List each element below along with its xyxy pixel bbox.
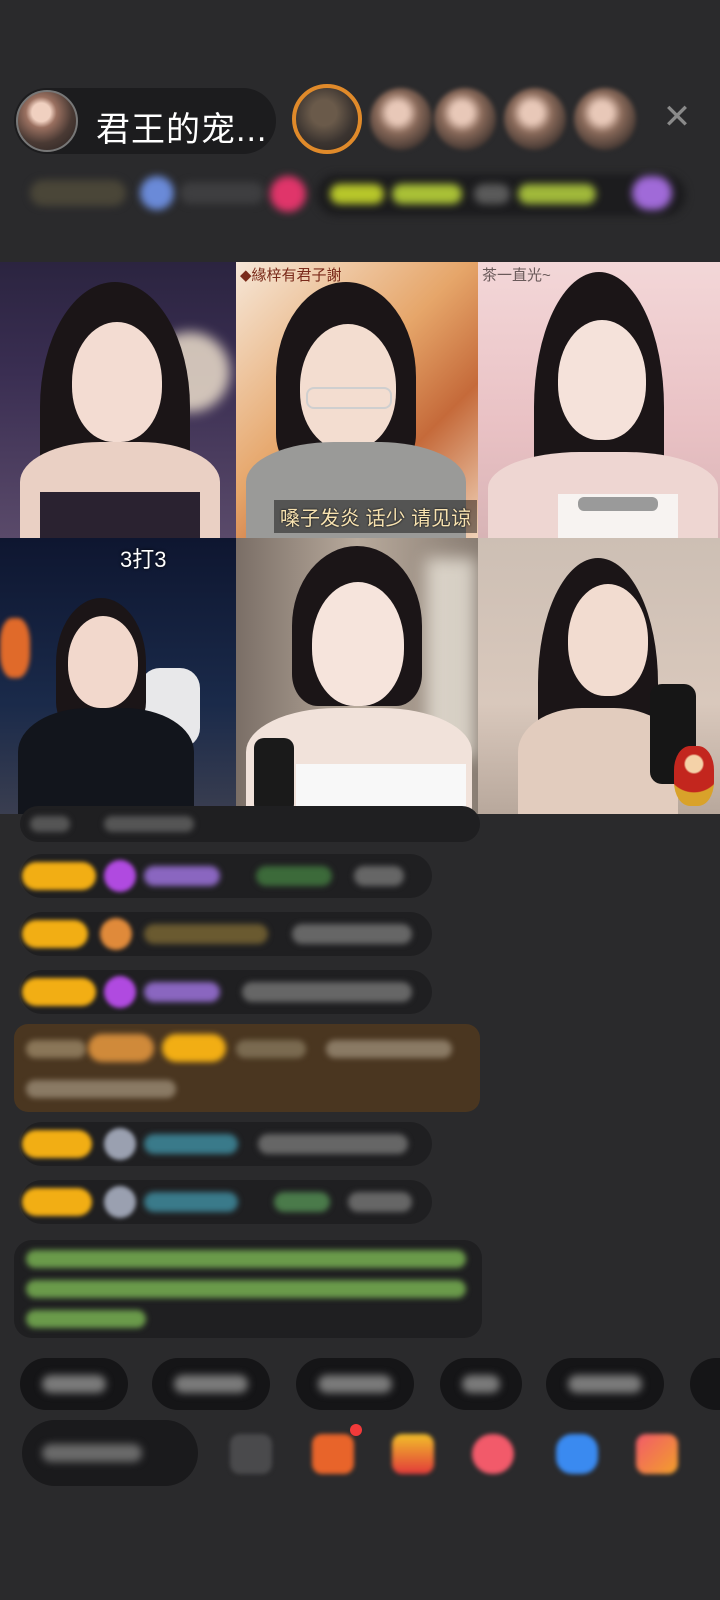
viewer-avatar[interactable] xyxy=(292,84,362,154)
quick-reply-button[interactable] xyxy=(152,1358,270,1410)
viewer-avatar[interactable] xyxy=(504,88,566,150)
host-avatar[interactable] xyxy=(16,90,78,152)
quick-reply-button[interactable] xyxy=(296,1358,414,1410)
guest-video-3[interactable]: 茶一直光~ xyxy=(478,262,720,538)
guest-video-5[interactable] xyxy=(236,538,478,814)
host-name: 君王的宠... xyxy=(96,111,268,149)
host-info-pill[interactable]: 君王的宠... xyxy=(14,88,276,154)
viewer-avatar[interactable] xyxy=(574,88,636,150)
notification-dot xyxy=(350,1424,362,1436)
guest-caption: 嗓子发炎 话少 请见谅 xyxy=(274,500,478,533)
guest-video-label: ◆緣梓有君子謝 xyxy=(240,267,342,284)
comment-input[interactable] xyxy=(22,1420,198,1486)
multi-guest-video-grid: ◆緣梓有君子謝 嗓子发炎 话少 请见谅 茶一直光~ 3打3 xyxy=(0,262,720,814)
room-info-row[interactable] xyxy=(0,172,720,222)
share-icon[interactable] xyxy=(556,1434,598,1474)
chat-message xyxy=(20,1122,432,1166)
viewer-avatar[interactable] xyxy=(370,88,432,150)
viewer-avatar[interactable] xyxy=(434,88,496,150)
close-icon[interactable]: ✕ xyxy=(662,100,692,134)
guest-video-2[interactable]: ◆緣梓有君子謝 嗓子发炎 话少 请见谅 xyxy=(236,262,478,538)
activity-icon[interactable] xyxy=(472,1434,514,1474)
pk-mode-label: 3打3 xyxy=(120,547,167,572)
chat-message xyxy=(20,970,432,1014)
guest-video-label: 茶一直光~ xyxy=(482,267,551,284)
emoji-icon[interactable] xyxy=(230,1434,272,1474)
quick-reply-button[interactable] xyxy=(690,1358,720,1410)
quick-reply-row xyxy=(0,1358,720,1412)
gift-box-icon[interactable] xyxy=(312,1434,354,1474)
quick-reply-button[interactable] xyxy=(546,1358,664,1410)
guest-video-6[interactable] xyxy=(478,538,720,814)
viewer-avatar-strip[interactable] xyxy=(292,84,662,158)
treasure-icon[interactable] xyxy=(392,1434,434,1474)
chat-message xyxy=(20,912,432,956)
gift-message-card xyxy=(14,1024,480,1112)
gift-icon[interactable] xyxy=(636,1434,678,1474)
guest-video-1[interactable] xyxy=(0,262,236,538)
quick-reply-button[interactable] xyxy=(20,1358,128,1410)
bottom-toolbar xyxy=(0,1420,720,1494)
chat-message xyxy=(20,806,480,842)
quick-reply-button[interactable] xyxy=(440,1358,522,1410)
fortune-god-sticker xyxy=(674,746,714,806)
chat-message xyxy=(20,1180,432,1224)
chat-message xyxy=(20,854,432,898)
system-notice-message xyxy=(14,1240,482,1338)
guest-video-4[interactable]: 3打3 xyxy=(0,538,236,814)
